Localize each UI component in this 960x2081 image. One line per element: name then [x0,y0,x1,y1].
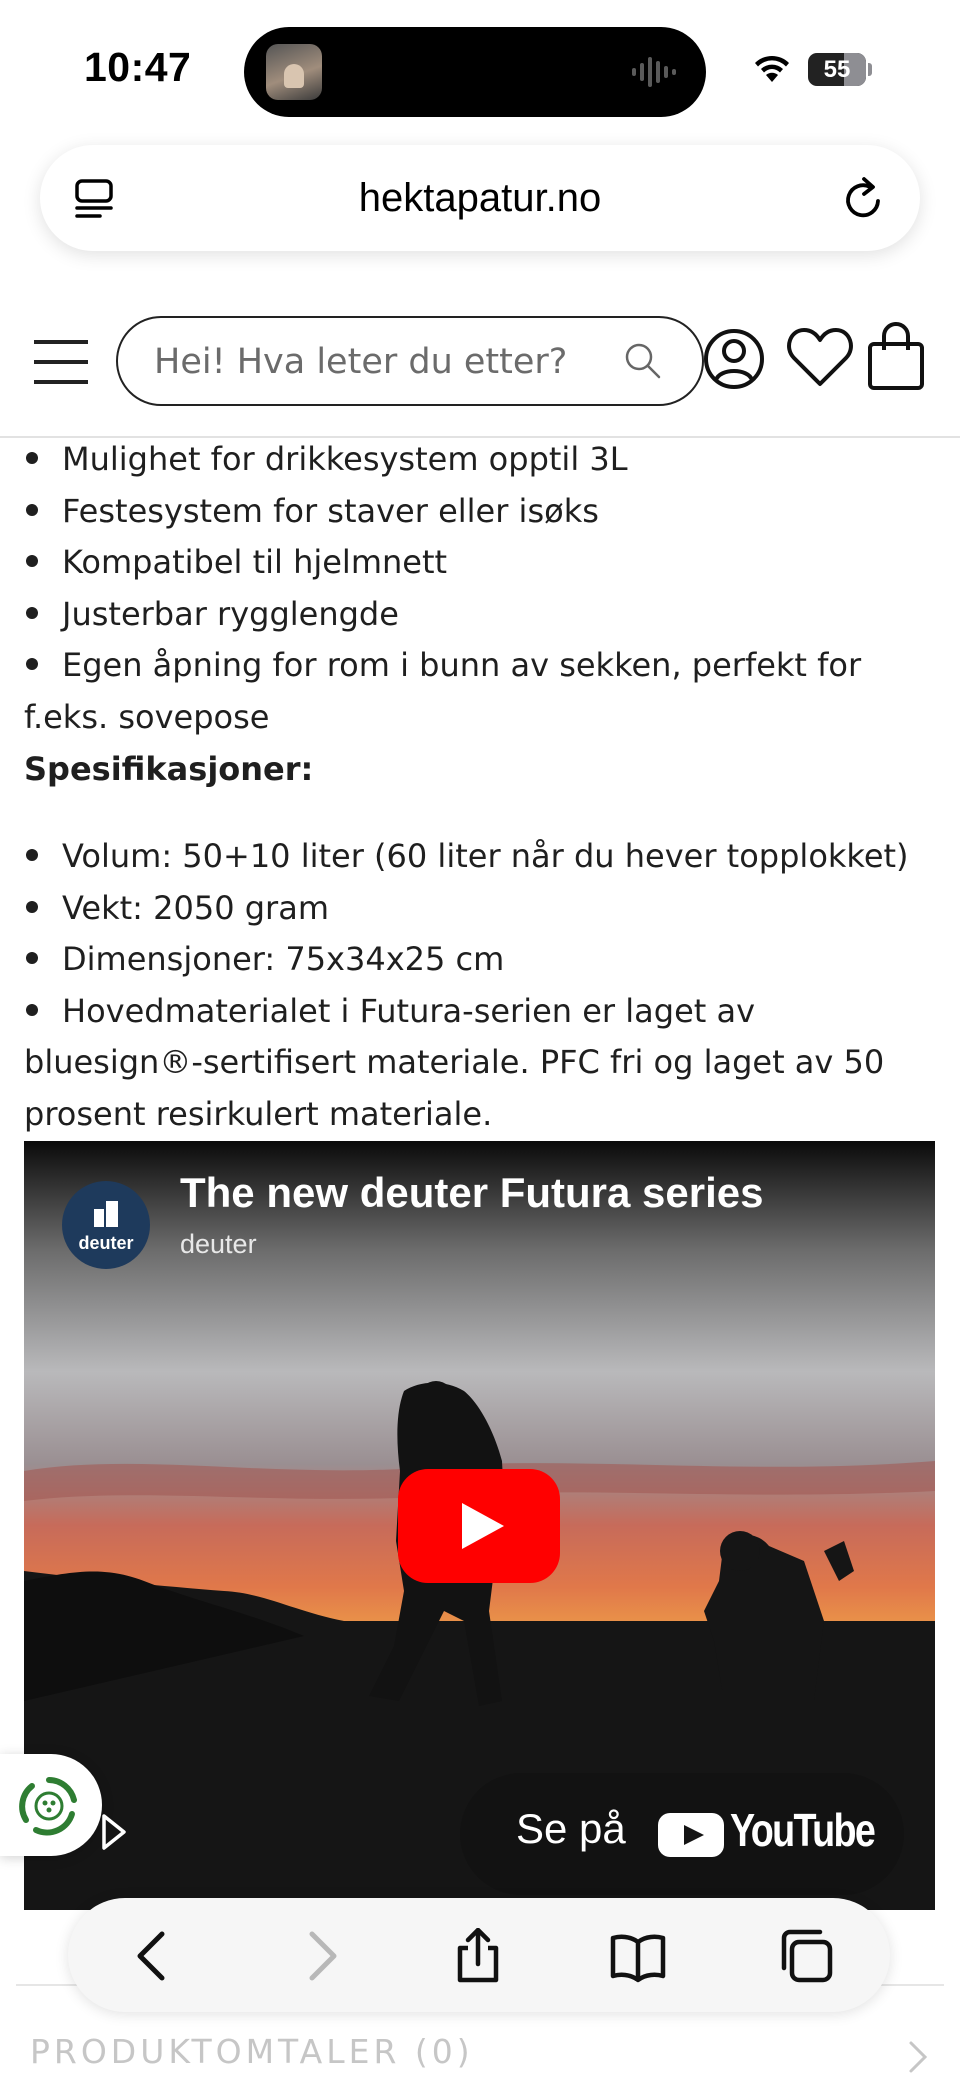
feature-item: Kompatibel til hjelmnett [24,537,934,589]
watch-on-youtube-button[interactable]: Se på YouTube [460,1773,904,1895]
feature-list: Mulighet for drikkesystem opptil 3L Fest… [24,434,934,743]
deuter-logo-icon [94,1201,118,1227]
video-title[interactable]: The new deuter Futura series [180,1169,764,1217]
status-bar: 10:47 55 [0,0,960,140]
url-text[interactable]: hektapatur.no [40,145,920,251]
watch-on-label: Se på [516,1805,626,1852]
feature-item: Justerbar rygglengde [24,589,934,641]
reviews-accordion-label[interactable]: PRODUKTOMTALER (0) [30,2032,474,2071]
address-bar[interactable]: hektapatur.no [40,145,920,251]
search-input[interactable] [152,318,626,405]
spec-heading: Spesifikasjoner: [24,750,314,788]
now-playing-artwork [266,44,322,100]
wifi-icon [755,55,789,82]
share-icon[interactable] [450,1928,506,1984]
hamburger-menu-icon[interactable] [32,336,90,388]
audio-waveform-icon [632,57,676,87]
search-icon[interactable] [624,342,662,380]
expand-arrow-icon[interactable] [100,1812,128,1852]
spec-item: Hovedmaterialet i Futura-serien er laget… [24,991,885,1133]
search-box[interactable] [116,316,704,406]
channel-avatar[interactable]: deuter [62,1181,150,1269]
video-channel[interactable]: deuter [180,1229,257,1260]
forward-icon[interactable] [292,1928,348,1984]
bookmarks-book-icon[interactable] [610,1928,666,1984]
youtube-video-embed[interactable]: deuter The new deuter Futura series deut… [24,1141,935,1910]
wishlist-heart-icon[interactable] [786,326,854,388]
channel-avatar-text: deuter [78,1233,134,1253]
chevron-right-icon[interactable] [908,2040,928,2074]
shopping-bag-icon[interactable] [866,322,926,392]
battery-icon: 55 [808,53,866,86]
site-header [0,300,960,438]
clock: 10:47 [84,44,192,90]
reload-icon[interactable] [842,175,886,221]
product-description: Mulighet for drikkesystem opptil 3L Fest… [24,434,934,1140]
spec-item: Vekt: 2050 gram [24,883,934,935]
youtube-wordmark: YouTube [730,1804,876,1856]
recycle-leaf-icon [19,1777,77,1836]
back-icon[interactable] [126,1928,182,1984]
dynamic-island[interactable] [244,27,706,117]
eco-widget-button[interactable] [0,1754,102,1856]
spec-item: Dimensjoner: 75x34x25 cm [24,934,934,986]
feature-item: Mulighet for drikkesystem opptil 3L [24,434,934,486]
youtube-play-button-icon[interactable] [398,1469,560,1583]
spec-list: Volum: 50+10 liter (60 liter når du heve… [24,831,934,1140]
browser-toolbar [68,1898,890,2012]
tabs-icon[interactable] [778,1928,834,1984]
feature-item: Festesystem for staver eller isøks [24,486,934,538]
battery-tip [868,63,872,76]
feature-item: Egen åpning for rom i bunn av sekken, pe… [24,646,862,736]
battery-percent: 55 [823,56,851,83]
spec-item: Volum: 50+10 liter (60 liter når du heve… [24,831,934,883]
youtube-logo-icon [658,1813,724,1857]
account-icon[interactable] [702,324,766,394]
